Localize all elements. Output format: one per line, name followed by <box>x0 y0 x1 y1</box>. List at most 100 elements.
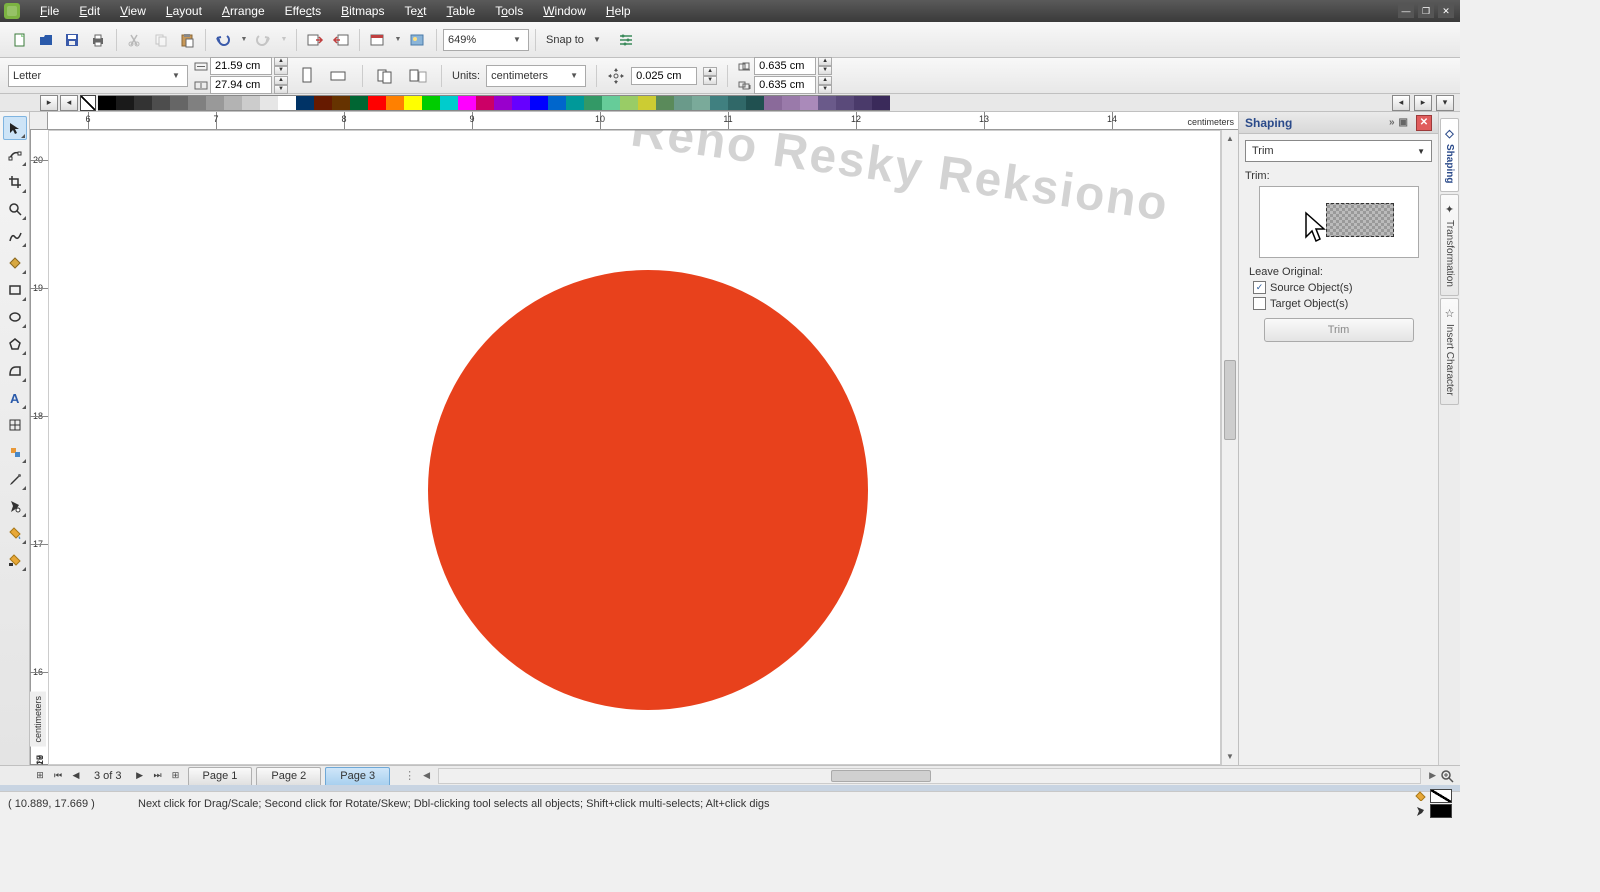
dup-x-input[interactable] <box>754 57 816 75</box>
menu-window[interactable]: Window <box>533 0 596 22</box>
color-swatch[interactable] <box>674 95 692 111</box>
shaping-mode-combo[interactable]: Trim ▼ <box>1245 140 1432 162</box>
menu-view[interactable]: View <box>110 0 156 22</box>
color-swatch[interactable] <box>476 95 494 111</box>
color-swatch[interactable] <box>314 95 332 111</box>
color-swatch[interactable] <box>602 95 620 111</box>
color-swatch[interactable] <box>584 95 602 111</box>
welcome-screen-button[interactable] <box>406 28 430 52</box>
menu-help[interactable]: Help <box>596 0 641 22</box>
palette-expand[interactable]: ▾ <box>1436 95 1454 111</box>
color-swatch[interactable] <box>692 95 710 111</box>
open-button[interactable] <box>34 28 58 52</box>
page-prev[interactable]: ◀ <box>68 768 84 784</box>
color-swatch[interactable] <box>134 95 152 111</box>
page-next[interactable]: ▶ <box>132 768 148 784</box>
color-swatch[interactable] <box>728 95 746 111</box>
smart-fill-tool[interactable] <box>3 251 27 275</box>
units-combo[interactable]: centimeters ▼ <box>486 65 586 87</box>
interactive-fill-tool[interactable] <box>3 548 27 572</box>
side-tab-shaping[interactable]: ◇Shaping <box>1440 118 1459 192</box>
color-swatch[interactable] <box>746 95 764 111</box>
trim-apply-button[interactable]: Trim <box>1264 318 1414 342</box>
color-swatch[interactable] <box>350 95 368 111</box>
import-button[interactable] <box>303 28 327 52</box>
color-swatch[interactable] <box>224 95 242 111</box>
v-scroll-thumb[interactable] <box>1224 360 1236 440</box>
color-swatch[interactable] <box>332 95 350 111</box>
crop-tool[interactable] <box>3 170 27 194</box>
page-first[interactable]: ⏮ <box>50 768 66 784</box>
color-swatch[interactable] <box>854 95 872 111</box>
page-tab-3[interactable]: Page 3 <box>325 767 390 785</box>
color-swatch[interactable] <box>386 95 404 111</box>
drawing-viewport[interactable]: Reno Resky Reksiono <box>48 130 1221 765</box>
menu-layout[interactable]: Layout <box>156 0 212 22</box>
zoom-all-icon[interactable] <box>1438 767 1456 785</box>
color-swatch[interactable] <box>422 95 440 111</box>
outline-tool[interactable] <box>3 494 27 518</box>
outline-swatch[interactable] <box>1430 804 1452 818</box>
palette-scroll-left-2[interactable]: ◂ <box>1392 95 1410 111</box>
export-button[interactable] <box>329 28 353 52</box>
side-tab-insert-character[interactable]: ☆Insert Character <box>1440 298 1459 405</box>
menu-edit[interactable]: Edit <box>69 0 110 22</box>
color-swatch[interactable] <box>278 95 296 111</box>
color-swatch[interactable] <box>116 95 134 111</box>
color-swatch[interactable] <box>764 95 782 111</box>
page-width-spinner[interactable]: ▲▼ <box>274 57 288 75</box>
color-swatch[interactable] <box>242 95 260 111</box>
color-swatch[interactable] <box>458 95 476 111</box>
dup-y-spinner[interactable]: ▲▼ <box>818 76 832 94</box>
dimension-tool[interactable] <box>3 440 27 464</box>
cut-button[interactable] <box>123 28 147 52</box>
shape-tool[interactable] <box>3 143 27 167</box>
page-add-before[interactable]: ⊞ <box>32 768 48 784</box>
paste-button[interactable] <box>175 28 199 52</box>
vertical-ruler[interactable]: 2019181716 <box>30 130 48 765</box>
new-button[interactable] <box>8 28 32 52</box>
menu-bitmaps[interactable]: Bitmaps <box>331 0 394 22</box>
color-swatch[interactable] <box>710 95 728 111</box>
fill-swatch[interactable] <box>1430 789 1452 803</box>
color-swatch[interactable] <box>638 95 656 111</box>
polygon-tool[interactable] <box>3 332 27 356</box>
color-swatch[interactable] <box>260 95 278 111</box>
color-swatch[interactable] <box>494 95 512 111</box>
color-swatch[interactable] <box>800 95 818 111</box>
color-swatch[interactable] <box>440 95 458 111</box>
color-swatch[interactable] <box>512 95 530 111</box>
page-last[interactable]: ⏭ <box>150 768 166 784</box>
save-button[interactable] <box>60 28 84 52</box>
docker-close-button[interactable]: ✕ <box>1416 115 1432 131</box>
current-page-button[interactable] <box>405 63 431 89</box>
fill-tool[interactable] <box>3 521 27 545</box>
palette-flyout-button[interactable]: ▸ <box>40 95 58 111</box>
menu-arrange[interactable]: Arrange <box>212 0 275 22</box>
red-circle-object[interactable] <box>428 270 868 710</box>
page-height-input[interactable] <box>210 76 272 94</box>
freehand-tool[interactable] <box>3 224 27 248</box>
palette-scroll-left[interactable]: ◂ <box>60 95 78 111</box>
color-swatch[interactable] <box>656 95 674 111</box>
undo-dropdown[interactable]: ▼ <box>238 28 250 52</box>
side-tab-transformation[interactable]: ✦Transformation <box>1440 194 1459 296</box>
minimize-button[interactable]: — <box>1398 4 1414 18</box>
color-swatch[interactable] <box>98 95 116 111</box>
text-tool[interactable]: A <box>3 386 27 410</box>
table-tool[interactable] <box>3 413 27 437</box>
nudge-input[interactable] <box>631 67 697 85</box>
vertical-scrollbar[interactable]: ▲ ▼ <box>1221 130 1238 765</box>
color-swatch[interactable] <box>548 95 566 111</box>
docker-undock-icon[interactable]: ▣ <box>1399 117 1408 128</box>
redo-dropdown[interactable]: ▼ <box>278 28 290 52</box>
print-button[interactable] <box>86 28 110 52</box>
app-launcher-dropdown[interactable]: ▼ <box>392 28 404 52</box>
docker-collapse-icon[interactable]: » <box>1389 117 1395 128</box>
menu-tools[interactable]: Tools <box>485 0 533 22</box>
undo-button[interactable] <box>212 28 236 52</box>
portrait-button[interactable] <box>294 63 320 89</box>
horizontal-ruler[interactable]: centimeters 67891011121314 <box>48 112 1238 130</box>
color-swatch[interactable] <box>530 95 548 111</box>
source-checkbox[interactable]: ✓ <box>1253 281 1266 294</box>
